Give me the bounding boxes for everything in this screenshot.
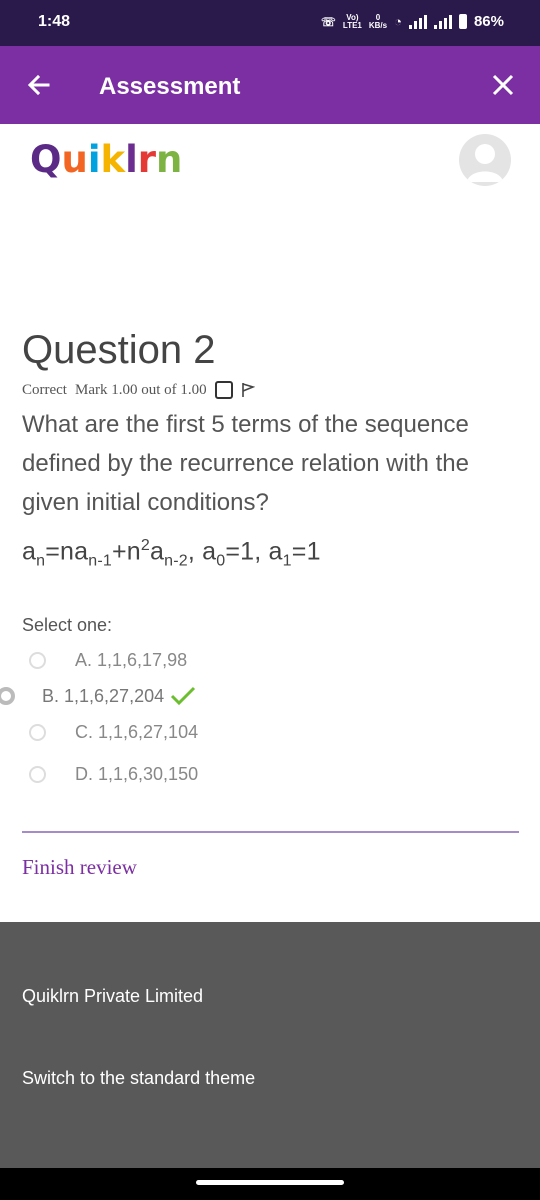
logo-letter: n xyxy=(156,138,183,181)
question-meta: Correct Mark 1.00 out of 1.00 xyxy=(22,381,255,399)
select-one-label: Select one: xyxy=(22,615,113,635)
question-text: What are the first 5 terms of the sequen… xyxy=(22,411,469,516)
gesture-handle[interactable] xyxy=(196,1180,344,1185)
checkmark-icon xyxy=(171,686,196,706)
option-label: A. 1,1,6,17,98 xyxy=(75,650,188,670)
user-icon xyxy=(467,144,503,182)
option-d[interactable]: D. 1,1,6,30,150 xyxy=(29,764,198,785)
status-time: 1:48 xyxy=(38,13,71,30)
divider xyxy=(22,831,519,833)
signal-icon xyxy=(408,14,427,29)
quiklrn-logo[interactable]: Quiklrn xyxy=(30,138,182,181)
volte-indicator: Vo) LTE1 xyxy=(342,12,362,30)
footer-company: Quiklrn Private Limited xyxy=(22,986,204,1006)
question-title: Question 2 xyxy=(22,328,216,372)
radio-button[interactable] xyxy=(29,652,46,669)
question-mark: Mark 1.00 out of 1.00 xyxy=(74,381,207,398)
logo-letter: Q xyxy=(30,138,62,181)
flag-checkbox[interactable] xyxy=(214,381,233,399)
flag-icon[interactable] xyxy=(241,382,255,398)
radio-button[interactable] xyxy=(29,724,46,741)
battery-icon xyxy=(458,14,467,29)
back-arrow-icon[interactable] xyxy=(24,70,54,100)
logo-letter: u xyxy=(61,138,88,181)
wifi-icon: ◔ xyxy=(394,14,402,29)
recurrence-formula: an=nan-1+n2an-2, a0=1, a1=1 xyxy=(22,537,321,570)
switch-theme-link[interactable]: Switch to the standard theme xyxy=(22,1068,255,1089)
status-bar: 1:48 ☏ Vo) LTE1 0 KB/s ◔ 86% xyxy=(0,0,540,46)
page-title: Assessment xyxy=(99,73,241,100)
option-label: B. 1,1,6,27,204 xyxy=(42,685,165,706)
option-label: C. 1,1,6,27,104 xyxy=(75,722,199,742)
network-speed: 0 KB/s xyxy=(368,12,388,30)
call-icon: ☏ xyxy=(320,14,336,29)
status-icons: ☏ Vo) LTE1 0 KB/s ◔ 86% xyxy=(321,13,504,30)
logo-letter: i xyxy=(87,138,101,181)
question-status: Correct xyxy=(22,381,67,398)
option-label: D. 1,1,6,30,150 xyxy=(75,764,199,784)
signal-icon-2 xyxy=(433,14,452,29)
battery-percent: 86% xyxy=(473,13,504,30)
logo-letter: r xyxy=(137,138,157,181)
avatar[interactable] xyxy=(459,134,511,186)
footer: Quiklrn Private Limited Switch to the st… xyxy=(0,922,540,1168)
finish-review-link[interactable]: Finish review xyxy=(22,855,137,880)
option-a[interactable]: A. 1,1,6,17,98 xyxy=(29,650,187,671)
radio-button[interactable] xyxy=(29,766,46,783)
logo-letter: k xyxy=(100,138,126,181)
close-icon[interactable] xyxy=(488,70,518,100)
option-b[interactable]: B. 1,1,6,27,204 xyxy=(0,685,197,707)
app-bar: Assessment xyxy=(0,46,540,124)
logo-letter: l xyxy=(125,138,138,181)
navigation-bar xyxy=(0,1168,540,1200)
radio-button-selected[interactable] xyxy=(0,687,15,705)
option-c[interactable]: C. 1,1,6,27,104 xyxy=(29,722,198,743)
